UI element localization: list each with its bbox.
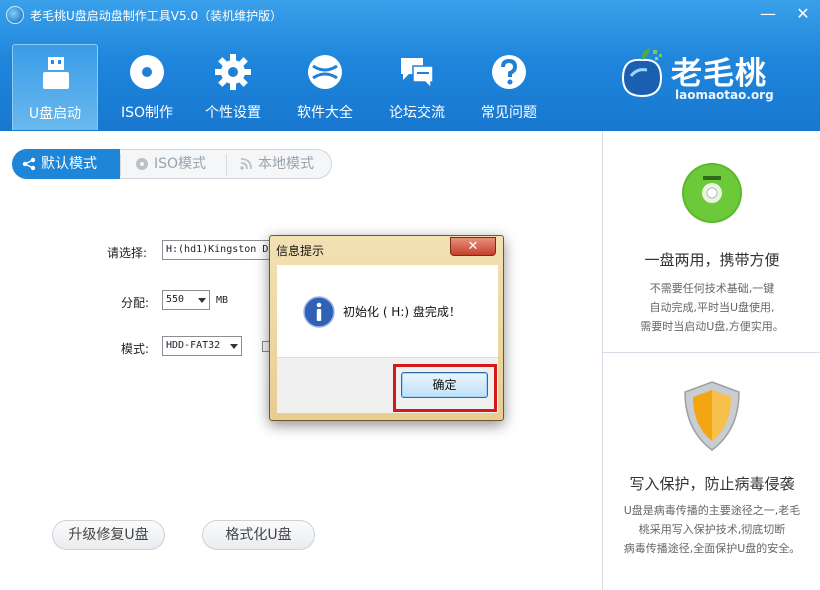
divider — [603, 352, 820, 353]
nav-label: 软件大全 — [297, 105, 353, 121]
tab-local-mode[interactable]: 本地模式 — [239, 150, 314, 178]
close-window-button[interactable]: ✕ — [790, 3, 816, 25]
dialog-title: 信息提示 — [276, 244, 325, 258]
nav-label: 个性设置 — [205, 105, 261, 121]
info-icon — [303, 296, 335, 328]
brand-logo: 老毛桃 laomaotao.org — [615, 36, 805, 106]
tab-label: 默认模式 — [41, 156, 97, 172]
feature-description: 不需要任何技术基础,一键 自动完成,平时当U盘使用, 需要时当启动U盘,方便实用… — [603, 279, 820, 336]
chat-bubbles-icon — [401, 58, 434, 90]
help-icon — [492, 55, 526, 89]
gear-icon — [215, 54, 251, 90]
disc-icon — [130, 55, 164, 89]
brand-url[interactable]: laomaotao.org — [675, 88, 774, 102]
peach-logo-icon — [621, 48, 663, 98]
device-value: H:(hd1)Kingston D — [166, 244, 269, 255]
disc-icon — [136, 158, 148, 170]
repair-usb-button[interactable]: 升级修复U盘 — [52, 520, 165, 550]
nav-label: 论坛交流 — [389, 105, 445, 121]
nav-label: 常见问题 — [481, 105, 537, 121]
nav-item-iso[interactable]: ISO制作 — [104, 44, 190, 130]
nav-item-software[interactable]: 软件大全 — [282, 44, 368, 130]
feature-title: 写入保护，防止病毒侵袭 — [629, 475, 795, 493]
feature-desc-line: U盘是病毒传播的主要途径之一,老毛 — [623, 504, 801, 517]
dialog-body: 初始化 ( H:) 盘完成！ — [277, 265, 498, 357]
shield-icon — [684, 381, 740, 451]
tab-default-mode[interactable]: 默认模式 — [12, 149, 120, 179]
feature-title: 一盘两用，携带方便 — [644, 251, 780, 269]
info-dialog: 信息提示 ✕ 初始化 ( H:) 盘完成！ 确定 — [269, 235, 504, 421]
format-usb-button[interactable]: 格式化U盘 — [202, 520, 315, 550]
feature-desc-line: 病毒传播途径,全面保护U盘的安全。 — [623, 542, 801, 555]
chevron-down-icon — [198, 298, 206, 303]
nav-label: ISO制作 — [120, 105, 174, 121]
nav-item-settings[interactable]: 个性设置 — [190, 44, 276, 130]
feature-desc-line: 不需要任何技术基础,一键 — [649, 282, 775, 295]
alloc-unit: MB — [216, 295, 229, 306]
feature-desc-line: 桃采用写入保护技术,彻底切断 — [638, 523, 786, 536]
dialog-close-button[interactable]: ✕ — [450, 237, 496, 256]
app-logo-icon — [6, 6, 24, 24]
dialog-message: 初始化 ( H:) 盘完成！ — [343, 305, 461, 319]
brand-name: 老毛桃 — [671, 56, 767, 92]
alloc-select[interactable]: 550 — [162, 290, 210, 310]
mode-label: 模式: — [121, 342, 150, 356]
main-nav: U盘启动 ISO制作 个性设置 软件大全 论坛交流 常见问题 — [12, 44, 552, 131]
share-icon — [22, 157, 36, 171]
nav-item-forum[interactable]: 论坛交流 — [374, 44, 460, 130]
window-title: 老毛桃U盘启动盘制作工具V5.0（装机维护版） — [30, 9, 283, 23]
features-panel: 一盘两用，携带方便 不需要任何技术基础,一键 自动完成,平时当U盘使用, 需要时… — [602, 131, 820, 590]
feature-description: U盘是病毒传播的主要途径之一,老毛 桃采用写入保护技术,彻底切断 病毒传播途径,… — [603, 501, 820, 558]
minimize-button[interactable]: — — [755, 3, 781, 25]
tab-iso-mode[interactable]: ISO模式 — [135, 150, 206, 178]
mode-value: HDD-FAT32 — [166, 340, 221, 351]
cd-icon — [682, 163, 742, 223]
chevron-down-icon — [230, 344, 238, 349]
device-select[interactable]: H:(hd1)Kingston D — [162, 240, 280, 260]
alloc-value: 550 — [166, 294, 185, 305]
usb-drive-icon — [43, 57, 69, 89]
nav-item-faq[interactable]: 常见问题 — [466, 44, 552, 130]
mode-tabs: 默认模式 ISO模式 本地模式 — [12, 149, 332, 179]
title-bar[interactable]: 老毛桃U盘启动盘制作工具V5.0（装机维护版） — ✕ — [0, 0, 820, 30]
rss-icon — [240, 158, 252, 170]
tab-label: 本地模式 — [258, 156, 314, 172]
device-label: 请选择: — [107, 246, 148, 260]
app-header: 老毛桃U盘启动盘制作工具V5.0（装机维护版） — ✕ U盘启动 ISO制作 个… — [0, 0, 820, 131]
globe-icon — [308, 55, 342, 89]
feature-desc-line: 需要时当启动U盘,方便实用。 — [640, 320, 784, 333]
tab-label: ISO模式 — [154, 156, 207, 172]
dialog-footer: 确定 — [277, 357, 498, 413]
nav-label: U盘启动 — [28, 106, 82, 122]
ok-button[interactable]: 确定 — [401, 372, 488, 398]
feature-desc-line: 自动完成,平时当U盘使用, — [649, 301, 775, 314]
mode-select[interactable]: HDD-FAT32 — [162, 336, 242, 356]
alloc-label: 分配: — [121, 296, 150, 310]
nav-item-usb-boot[interactable]: U盘启动 — [12, 44, 98, 130]
